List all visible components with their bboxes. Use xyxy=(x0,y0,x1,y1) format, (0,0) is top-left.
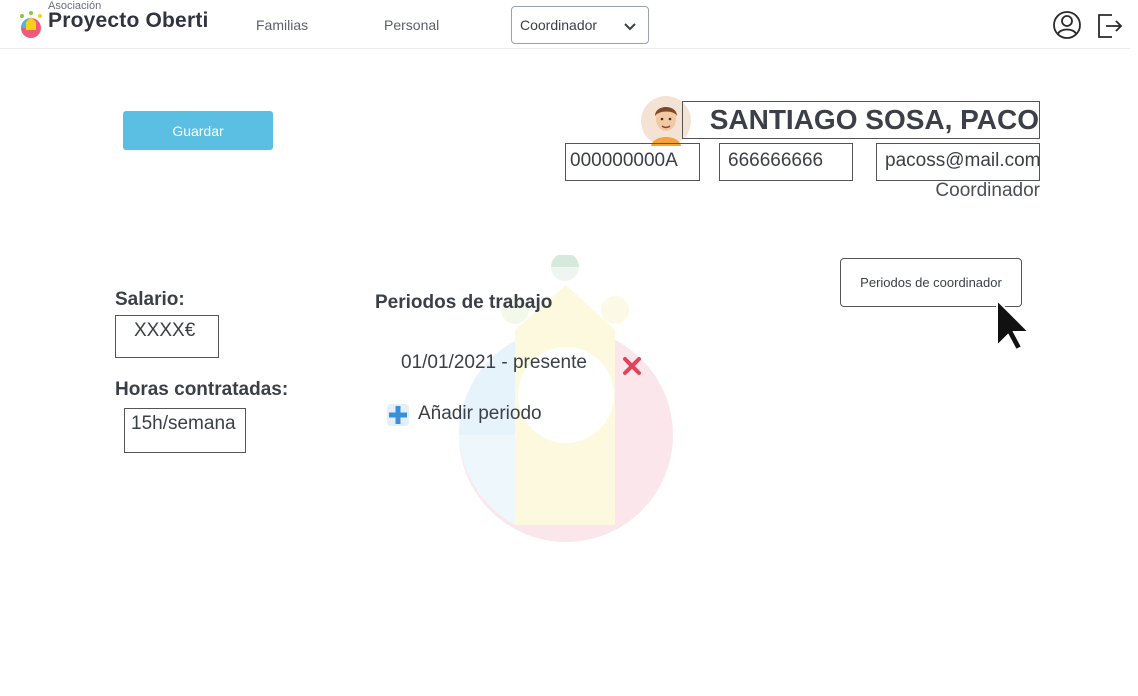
role-select[interactable]: Coordinador xyxy=(511,6,649,44)
chevron-down-icon xyxy=(624,23,636,31)
nav-familias[interactable]: Familias xyxy=(256,17,308,33)
phone-field[interactable]: 666666666 xyxy=(719,143,853,181)
dni-field[interactable]: 000000000A xyxy=(565,143,700,181)
nav-personal[interactable]: Personal xyxy=(384,17,439,33)
period-item: 01/01/2021 - presente xyxy=(401,352,587,373)
logo-title[interactable]: Proyecto Oberti xyxy=(48,9,209,33)
profile-name: SANTIAGO SOSA, PACO xyxy=(682,101,1040,139)
salary-field[interactable]: XXXX€ xyxy=(115,315,219,358)
mouse-pointer-icon xyxy=(996,298,1032,352)
hours-label: Horas contratadas: xyxy=(115,379,289,400)
plus-icon[interactable] xyxy=(385,402,411,428)
save-button[interactable]: Guardar xyxy=(123,111,273,150)
salary-label: Salario: xyxy=(115,289,185,310)
work-periods-title: Periodos de trabajo xyxy=(375,292,553,313)
email-field[interactable]: pacoss@mail.com xyxy=(876,143,1040,181)
role-select-value: Coordinador xyxy=(520,17,598,33)
user-circle-icon[interactable] xyxy=(1052,10,1082,40)
delete-icon[interactable] xyxy=(621,355,643,377)
logo-icon xyxy=(20,11,42,38)
hours-field[interactable]: 15h/semana xyxy=(124,408,246,453)
add-period-link[interactable]: Añadir periodo xyxy=(418,403,542,425)
logout-icon[interactable] xyxy=(1094,10,1124,40)
role-label: Coordinador xyxy=(935,180,1040,201)
